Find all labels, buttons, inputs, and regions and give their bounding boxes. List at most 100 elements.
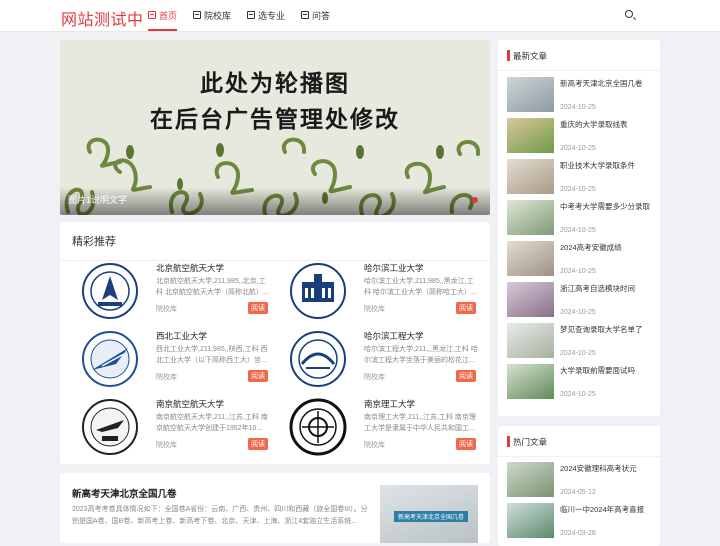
news-title[interactable]: 临川一中2024年高考喜报	[560, 504, 644, 515]
list-item[interactable]: 浙江高考自选模块时间 2024-10-25	[507, 282, 655, 318]
home-icon	[148, 11, 156, 19]
news-date: 2024-10-25	[560, 227, 596, 234]
divider	[60, 260, 490, 261]
list-item[interactable]: 中考考大学需要多少分录取 2024-10-25	[507, 200, 655, 236]
news-title[interactable]: 2024高考安徽成绩	[560, 242, 622, 253]
read-button[interactable]: 阅读	[456, 302, 476, 314]
article-thumbnail[interactable]: 新高考天津北京全国几卷	[380, 485, 478, 543]
sidebar-header: 热门文章	[498, 426, 660, 457]
banner-subheadline: 在后台广告管理处修改	[150, 106, 400, 132]
school-card[interactable]: 南京理工大学 南京理工大学,211,,江苏,工科 南京理工大学是隶属于中华人民共…	[280, 398, 484, 460]
news-date: 2024-10-25	[560, 350, 596, 357]
carousel-indicator[interactable]	[472, 197, 478, 203]
latest-articles: 最新文章 新高考天津北京全国几卷 2024-10-25 重庆的大学录取线表 20…	[498, 40, 660, 416]
school-logo	[82, 331, 138, 387]
document-icon	[247, 11, 256, 19]
news-thumbnail	[507, 364, 554, 399]
news-title[interactable]: 重庆的大学录取线表	[560, 119, 628, 130]
school-card[interactable]: 南京航空航天大学 南京航空航天大学,211,,江苏,工科 南京航空航天大学创建于…	[72, 398, 276, 460]
news-thumbnail	[507, 118, 554, 153]
news-thumbnail	[507, 159, 554, 194]
thumbnail-label: 新高考天津北京全国几卷	[394, 511, 469, 522]
news-date: 2024-10-25	[560, 268, 596, 275]
nav-item-majors[interactable]: 选专业	[247, 0, 285, 30]
nav-item-label: 问答	[312, 10, 331, 21]
article-title[interactable]: 新高考天津北京全国几卷	[72, 486, 177, 500]
list-item[interactable]: 临川一中2024年高考喜报 2024-03-28	[507, 503, 655, 539]
news-date: 2024-10-25	[560, 309, 596, 316]
school-category[interactable]: 院校库	[364, 440, 385, 450]
book-icon	[193, 11, 202, 19]
news-thumbnail	[507, 282, 554, 317]
nav-item-label: 选专业	[258, 10, 286, 21]
school-desc: 北京航空航天大学,211,985,,北京,工科 北京航空航天大学（简称北航）..…	[156, 278, 269, 296]
news-title[interactable]: 新高考天津北京全国几卷	[560, 78, 643, 89]
list-item[interactable]: 梦见查询录取大学名单了 2024-10-25	[507, 323, 655, 359]
school-card[interactable]: 西北工业大学 西北工业大学,211,985,,陕西,工科 西北工业大学（以下简称…	[72, 330, 276, 392]
school-name: 西北工业大学	[156, 331, 208, 341]
hot-articles: 热门文章 2024安徽理科高考状元 2024-05-12 临川一中2024年高考…	[498, 426, 660, 546]
school-logo	[290, 331, 346, 387]
news-date: 2024-03-28	[560, 530, 596, 537]
top-header: 网站测试中 首页 院校库 选专业 问答	[0, 0, 720, 32]
school-category[interactable]: 院校库	[364, 372, 385, 382]
article-card[interactable]: 新高考天津北京全国几卷 2023高考考卷具体情况如下：全国卷A省份：云南、广西、…	[60, 473, 490, 543]
school-category[interactable]: 院校库	[364, 304, 385, 314]
site-logo[interactable]: 网站测试中	[61, 6, 144, 30]
nav-item-schools[interactable]: 院校库	[193, 0, 231, 30]
sidebar-title: 最新文章	[513, 51, 548, 61]
school-name: 北京航空航天大学	[156, 263, 225, 273]
news-thumbnail	[507, 462, 554, 497]
school-category[interactable]: 院校库	[156, 440, 177, 450]
school-logo	[290, 263, 346, 319]
list-item[interactable]: 2024高考安徽成绩 2024-10-25	[507, 241, 655, 277]
school-card[interactable]: 北京航空航天大学 北京航空航天大学,211,985,,北京,工科 北京航空航天大…	[72, 262, 276, 324]
list-item[interactable]: 大学录取前需要面试吗 2024-10-25	[507, 364, 655, 400]
news-thumbnail	[507, 200, 554, 235]
school-card[interactable]: 哈尔滨工业大学 哈尔滨工业大学,211,985,,黑龙江,工科 哈尔滨工业大学（…	[280, 262, 484, 324]
news-thumbnail	[507, 323, 554, 358]
list-item[interactable]: 重庆的大学录取线表 2024-10-25	[507, 118, 655, 154]
read-button[interactable]: 阅读	[456, 370, 476, 382]
news-title[interactable]: 大学录取前需要面试吗	[560, 365, 635, 376]
news-date: 2024-10-25	[560, 391, 596, 398]
banner-headline: 此处为轮播图	[200, 70, 350, 96]
accent-bar	[507, 50, 510, 61]
accent-bar	[507, 436, 510, 447]
news-title[interactable]: 梦见查询录取大学名单了	[560, 324, 643, 335]
school-desc: 南京航空航天大学,211,,江苏,工科 南京航空航天大学创建于1952年10..…	[156, 414, 268, 432]
school-logo	[82, 263, 138, 319]
school-logo	[289, 398, 347, 456]
nav-item-qa[interactable]: 问答	[301, 0, 330, 30]
school-category[interactable]: 院校库	[156, 372, 177, 382]
read-button[interactable]: 阅读	[248, 370, 268, 382]
nav-item-home[interactable]: 首页	[148, 0, 178, 31]
read-button[interactable]: 阅读	[248, 302, 268, 314]
news-title[interactable]: 中考考大学需要多少分录取	[560, 201, 650, 212]
school-category[interactable]: 院校库	[156, 304, 177, 314]
banner-caption-text: 图片1说明文字	[68, 195, 128, 205]
news-title[interactable]: 浙江高考自选模块时间	[560, 283, 635, 294]
main-nav: 首页 院校库 选专业 问答	[148, 0, 346, 31]
nav-item-label: 首页	[159, 10, 178, 21]
list-item[interactable]: 职业技术大学录取条件 2024-10-25	[507, 159, 655, 195]
article-summary: 2023高考考卷具体情况如下：全国卷A省份：云南、广西、贵州、四川和西藏（旅全国…	[72, 506, 368, 525]
news-thumbnail	[507, 241, 554, 276]
news-thumbnail	[507, 503, 554, 538]
news-title[interactable]: 职业技术大学录取条件	[560, 160, 635, 171]
list-item[interactable]: 2024安徽理科高考状元 2024-05-12	[507, 462, 655, 498]
read-button[interactable]: 阅读	[456, 438, 476, 450]
banner-caption: 图片1说明文字	[60, 187, 490, 215]
banner-carousel[interactable]: 此处为轮播图 在后台广告管理处修改 图片1说明文字	[60, 40, 490, 215]
news-date: 2024-05-12	[560, 489, 596, 496]
news-title[interactable]: 2024安徽理科高考状元	[560, 463, 637, 474]
sidebar-header: 最新文章	[498, 40, 660, 71]
read-button[interactable]: 阅读	[248, 438, 268, 450]
section-title: 精彩推荐	[72, 236, 116, 248]
news-date: 2024-10-25	[560, 104, 596, 111]
list-item[interactable]: 新高考天津北京全国几卷 2024-10-25	[507, 77, 655, 113]
school-card[interactable]: 哈尔滨工程大学 哈尔滨工程大学,211,,,黑龙江,工科 哈尔滨工程大学坐落于美…	[280, 330, 484, 392]
sidebar-title: 热门文章	[513, 437, 548, 447]
school-name: 哈尔滨工业大学	[364, 263, 424, 273]
search-icon[interactable]	[625, 10, 633, 18]
